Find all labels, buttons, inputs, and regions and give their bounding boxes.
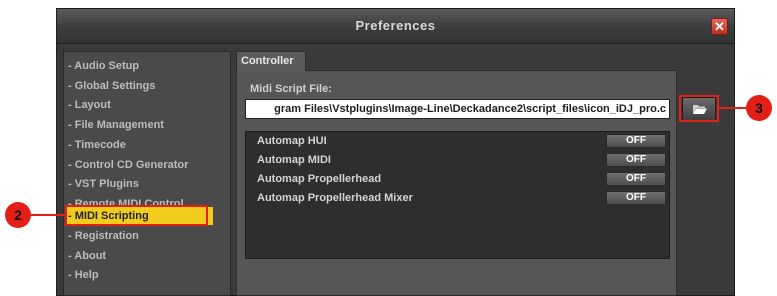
callout-line-2 [31, 214, 65, 216]
preferences-sidebar: - Audio Setup - Global Settings - Layout… [63, 51, 231, 296]
sidebar-item-audio-setup[interactable]: - Audio Setup [68, 57, 139, 75]
sidebar-item-help[interactable]: - Help [68, 266, 99, 284]
automap-hui-toggle[interactable]: OFF [606, 134, 666, 148]
sidebar-item-timecode[interactable]: - Timecode [68, 136, 126, 154]
close-icon: ✕ [714, 19, 725, 34]
sidebar-item-vst-plugins[interactable]: - VST Plugins [68, 175, 139, 193]
automap-row: Automap MIDI OFF [246, 151, 669, 170]
sidebar-item-file-management[interactable]: - File Management [68, 116, 164, 134]
automap-propellerhead-mixer-toggle[interactable]: OFF [606, 191, 666, 205]
automap-propellerhead-mixer-label: Automap Propellerhead Mixer [257, 192, 413, 204]
close-button[interactable]: ✕ [711, 18, 728, 35]
callout-box-midi-scripting [65, 205, 208, 226]
automap-row: Automap Propellerhead Mixer OFF [246, 189, 669, 208]
automap-hui-label: Automap HUI [257, 135, 327, 147]
sidebar-item-global-settings[interactable]: - Global Settings [68, 77, 155, 95]
callout-line-3 [719, 107, 746, 109]
automap-midi-label: Automap MIDI [257, 154, 331, 166]
automap-row: Automap HUI OFF [246, 132, 669, 151]
sidebar-item-about[interactable]: - About [68, 247, 106, 265]
sidebar-item-control-cd-generator[interactable]: - Control CD Generator [68, 156, 188, 174]
sidebar-item-layout[interactable]: - Layout [68, 96, 111, 114]
automap-midi-toggle[interactable]: OFF [606, 153, 666, 167]
sidebar-item-registration[interactable]: - Registration [68, 227, 139, 245]
automap-list: Automap HUI OFF Automap MIDI OFF Automap… [245, 131, 670, 259]
midi-script-file-field[interactable]: gram Files\Vstplugins\Image-Line\Deckada… [245, 99, 670, 119]
callout-box-browse-button [679, 95, 719, 122]
title-bar: Preferences ✕ [57, 9, 734, 44]
window-title: Preferences [355, 18, 436, 33]
callout-badge-2: 2 [5, 202, 31, 228]
automap-propellerhead-label: Automap Propellerhead [257, 173, 382, 185]
midi-script-file-label: Midi Script File: [250, 83, 332, 95]
automap-row: Automap Propellerhead OFF [246, 170, 669, 189]
callout-badge-3: 3 [746, 95, 772, 121]
tab-controller[interactable]: Controller [236, 51, 306, 71]
midi-script-file-path: gram Files\Vstplugins\Image-Line\Deckada… [274, 103, 666, 115]
automap-propellerhead-toggle[interactable]: OFF [606, 172, 666, 186]
